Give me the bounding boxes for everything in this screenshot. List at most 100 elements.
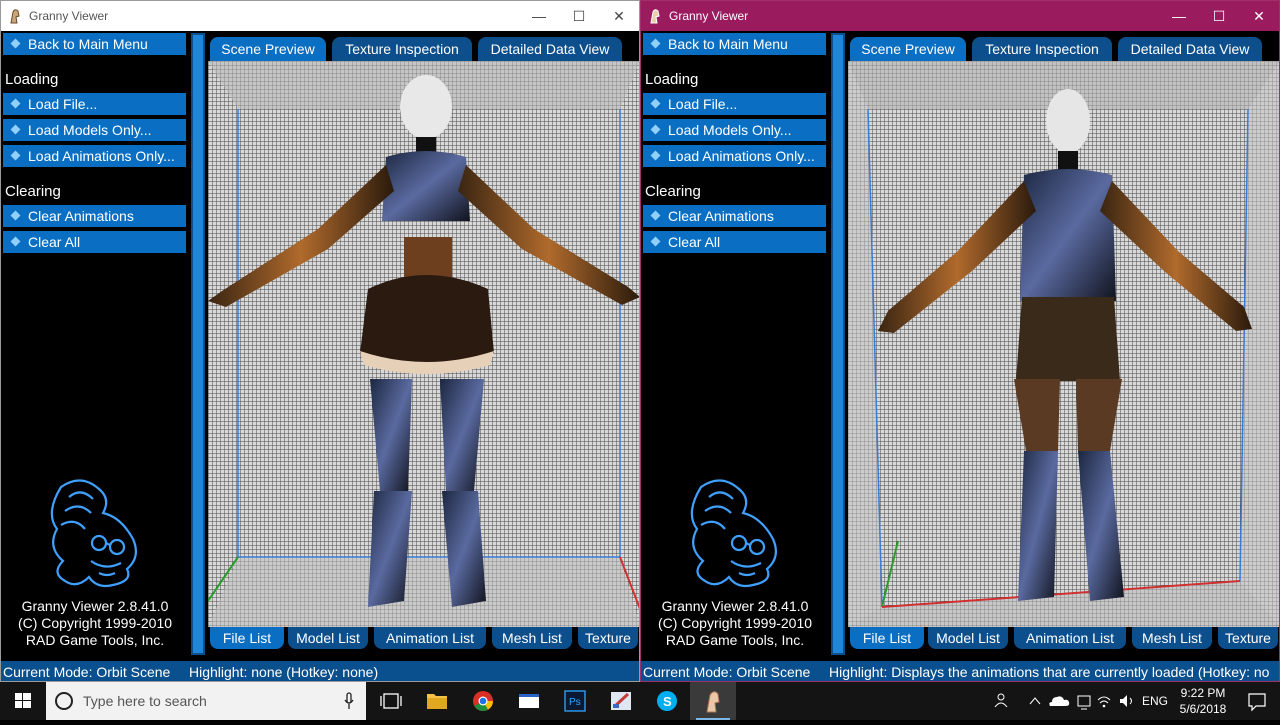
granny-app-icon	[706, 691, 720, 713]
chevron-up-icon[interactable]	[1029, 697, 1041, 705]
bottom-tab-bar: File List Model List Animation List Mesh…	[848, 627, 1278, 651]
maximize-button[interactable]: ☐	[1199, 1, 1239, 31]
load-animations-only-button[interactable]: Load Animations Only...	[3, 145, 186, 167]
microphone-icon[interactable]	[344, 692, 354, 710]
tab-animation-list[interactable]: Animation List	[374, 627, 486, 649]
bullet-icon	[650, 124, 661, 135]
tab-scene-preview[interactable]: Scene Preview	[850, 37, 966, 61]
bullet-icon	[10, 98, 21, 109]
granny-viewer-window-right: Granny Viewer — ☐ ✕ Back to Main Menu Lo…	[640, 0, 1280, 682]
clear-animations-button[interactable]: Clear Animations	[643, 205, 826, 227]
bullet-icon	[10, 124, 21, 135]
language-indicator[interactable]: ENG	[1142, 694, 1168, 708]
close-button[interactable]: ✕	[599, 1, 639, 31]
clock-time: 9:22 PM	[1180, 686, 1226, 700]
bullet-icon	[10, 38, 21, 49]
notification-icon	[1248, 693, 1266, 712]
status-bar: Current Mode: Orbit Scene Highlight: non…	[1, 661, 639, 681]
back-to-main-menu-button[interactable]: Back to Main Menu	[643, 33, 826, 55]
tab-texture[interactable]: Texture	[578, 627, 638, 649]
bullet-icon	[650, 98, 661, 109]
granny-viewer-window-left: Granny Viewer — ☐ ✕ Back to Main Menu Lo…	[0, 0, 640, 682]
top-tab-bar: Scene Preview Texture Inspection Detaile…	[208, 35, 637, 61]
minimize-button[interactable]: —	[519, 1, 559, 31]
scene-viewport[interactable]	[208, 61, 639, 627]
title-bar[interactable]: Granny Viewer — ☐ ✕	[1, 1, 639, 31]
back-to-main-menu-button[interactable]: Back to Main Menu	[3, 33, 186, 55]
sidebar: Back to Main Menu Loading Load File... L…	[1, 31, 189, 657]
tab-mesh-list[interactable]: Mesh List	[492, 627, 572, 649]
clear-animations-button[interactable]: Clear Animations	[3, 205, 186, 227]
load-models-only-button[interactable]: Load Models Only...	[643, 119, 826, 141]
tab-scene-preview[interactable]: Scene Preview	[210, 37, 326, 61]
bullet-icon	[650, 210, 661, 221]
button-label: Back to Main Menu	[28, 36, 148, 52]
tab-file-list[interactable]: File List	[850, 627, 924, 649]
tab-file-list[interactable]: File List	[210, 627, 284, 649]
load-models-only-button[interactable]: Load Models Only...	[3, 119, 186, 141]
volume-icon[interactable]	[1120, 695, 1132, 707]
button-label: Clear All	[668, 234, 721, 250]
tab-model-list[interactable]: Model List	[288, 627, 368, 649]
granny-app-icon	[650, 9, 660, 24]
taskbar-clock[interactable]: 9:22 PM 5/6/2018	[1172, 685, 1234, 717]
task-view-button[interactable]	[368, 682, 414, 720]
credits-line-1: Granny Viewer 2.8.41.0	[661, 598, 809, 614]
clearing-header: Clearing	[5, 183, 61, 200]
start-button[interactable]	[0, 682, 46, 720]
button-label: Clear All	[28, 234, 81, 250]
clock-date: 5/6/2018	[1179, 702, 1227, 716]
granny-logo-icon	[690, 479, 778, 588]
tab-detailed-data-view[interactable]: Detailed Data View	[478, 37, 622, 61]
svg-text:S: S	[663, 694, 672, 709]
taskbar-search-box[interactable]: Type here to search	[46, 682, 366, 720]
button-label: Back to Main Menu	[668, 36, 788, 52]
taskbar-paint[interactable]	[598, 682, 644, 720]
bullet-icon	[10, 150, 21, 161]
tab-model-list[interactable]: Model List	[928, 627, 1008, 649]
panel-splitter[interactable]	[831, 33, 845, 655]
credits-line-2: (C) Copyright 1999-2010	[657, 615, 813, 631]
button-label: Load Animations Only...	[668, 148, 815, 164]
taskbar-file-explorer[interactable]	[414, 682, 460, 720]
tab-animation-list[interactable]: Animation List	[1014, 627, 1126, 649]
tab-texture-inspection[interactable]: Texture Inspection	[972, 37, 1112, 61]
scene-viewport[interactable]	[848, 61, 1279, 627]
close-button[interactable]: ✕	[1239, 1, 1279, 31]
network-icon[interactable]	[1077, 695, 1091, 710]
minimize-button[interactable]: —	[1159, 1, 1199, 31]
tab-texture-inspection[interactable]: Texture Inspection	[332, 37, 472, 61]
status-highlight: Highlight: Displays the animations that …	[829, 664, 1270, 680]
clear-all-button[interactable]: Clear All	[643, 231, 826, 253]
granny-logo-icon	[50, 479, 138, 588]
windows-logo-icon	[15, 693, 31, 708]
taskbar-window-app[interactable]	[506, 682, 552, 720]
chrome-icon	[473, 691, 493, 711]
taskbar-skype[interactable]: S	[644, 682, 690, 720]
credits-line-2: (C) Copyright 1999-2010	[17, 615, 173, 631]
taskbar-photoshop[interactable]: Ps	[552, 682, 598, 720]
panel-splitter[interactable]	[191, 33, 205, 655]
maximize-button[interactable]: ☐	[559, 1, 599, 31]
action-center-button[interactable]	[1234, 682, 1280, 720]
load-file-button[interactable]: Load File...	[643, 93, 826, 115]
taskbar-chrome[interactable]	[460, 682, 506, 720]
tab-mesh-list[interactable]: Mesh List	[1132, 627, 1212, 649]
load-animations-only-button[interactable]: Load Animations Only...	[643, 145, 826, 167]
window-title: Granny Viewer	[669, 9, 749, 23]
clear-all-button[interactable]: Clear All	[3, 231, 186, 253]
bullet-icon	[650, 38, 661, 49]
title-bar[interactable]: Granny Viewer — ☐ ✕	[641, 1, 1279, 31]
tab-detailed-data-view[interactable]: Detailed Data View	[1118, 37, 1262, 61]
tab-texture[interactable]: Texture	[1218, 627, 1278, 649]
bottom-tab-bar: File List Model List Animation List Mesh…	[208, 627, 638, 651]
paint-icon	[611, 692, 631, 710]
search-placeholder: Type here to search	[83, 693, 207, 709]
load-file-button[interactable]: Load File...	[3, 93, 186, 115]
bullet-icon	[650, 150, 661, 161]
wifi-icon[interactable]	[1097, 696, 1111, 708]
people-icon[interactable]	[994, 693, 1008, 708]
onedrive-icon[interactable]	[1049, 696, 1070, 706]
taskbar-granny-viewer[interactable]	[690, 682, 736, 720]
credits-line-3: RAD Game Tools, Inc.	[665, 632, 805, 648]
